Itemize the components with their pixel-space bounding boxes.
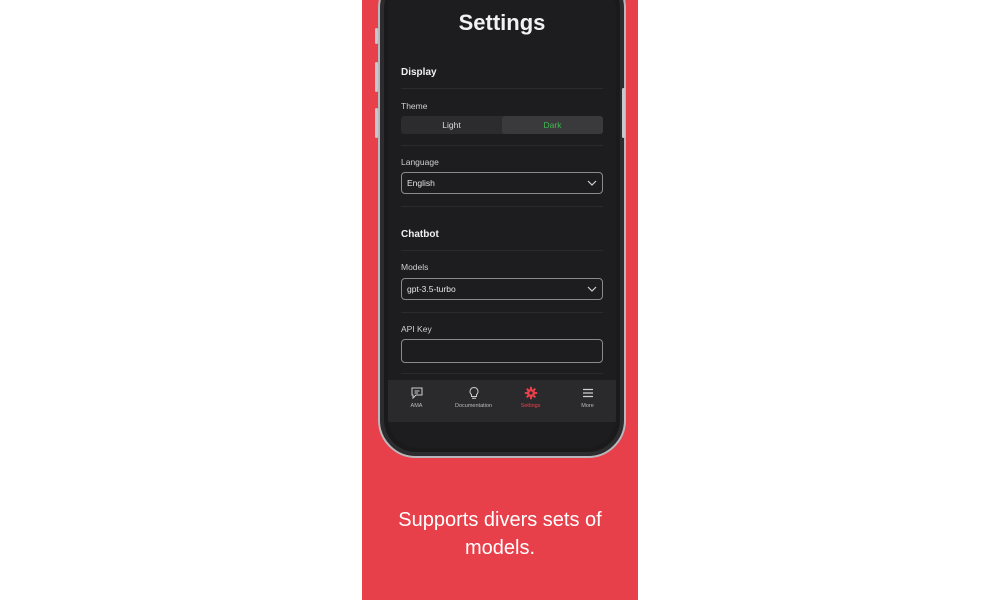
phone-side-button — [375, 28, 378, 44]
tab-more[interactable]: More — [559, 380, 616, 422]
bottom-tab-bar: AMA Documentation Settings More — [388, 380, 616, 422]
divider — [401, 373, 603, 374]
promo-panel: Settings Display Theme Light Dark Langua… — [362, 0, 638, 600]
divider — [401, 312, 603, 313]
phone-frame: Settings Display Theme Light Dark Langua… — [378, 0, 626, 458]
models-select-value: gpt-3.5-turbo — [407, 284, 456, 294]
theme-option-dark[interactable]: Dark — [502, 116, 603, 134]
settings-screen: Settings Display Theme Light Dark Langua… — [388, 0, 616, 448]
chevron-down-icon — [587, 180, 597, 186]
gear-icon — [524, 386, 537, 400]
chevron-down-icon — [587, 286, 597, 292]
language-select-value: English — [407, 178, 435, 188]
section-heading-chatbot: Chatbot — [401, 229, 439, 240]
models-label: Models — [401, 262, 429, 272]
section-heading-display: Display — [401, 67, 437, 78]
tab-ama[interactable]: AMA — [388, 380, 445, 422]
divider — [401, 206, 603, 207]
api-key-input[interactable] — [401, 339, 603, 363]
tab-settings[interactable]: Settings — [502, 380, 559, 422]
tab-documentation[interactable]: Documentation — [445, 380, 502, 422]
page-title: Settings — [458, 10, 546, 35]
divider — [401, 88, 603, 89]
menu-icon — [582, 388, 593, 398]
api-key-label: API Key — [401, 324, 432, 334]
tab-label: Settings — [520, 403, 541, 409]
theme-label: Theme — [401, 101, 428, 111]
phone-side-button — [375, 108, 378, 138]
tab-label: Documentation — [455, 403, 492, 409]
lightbulb-icon — [469, 386, 478, 399]
phone-side-button — [375, 62, 378, 92]
divider — [401, 250, 603, 251]
divider — [401, 145, 603, 146]
models-select[interactable]: gpt-3.5-turbo — [401, 278, 603, 300]
language-label: Language — [401, 157, 439, 167]
chat-icon — [411, 387, 422, 400]
theme-option-light[interactable]: Light — [401, 116, 502, 134]
promo-caption: Supports divers sets of models. — [398, 509, 602, 559]
theme-toggle: Light Dark — [401, 116, 603, 134]
language-select[interactable]: English — [401, 172, 603, 194]
tab-label: More — [581, 403, 594, 409]
phone-side-button — [622, 88, 625, 138]
tab-label: AMA — [410, 403, 423, 409]
